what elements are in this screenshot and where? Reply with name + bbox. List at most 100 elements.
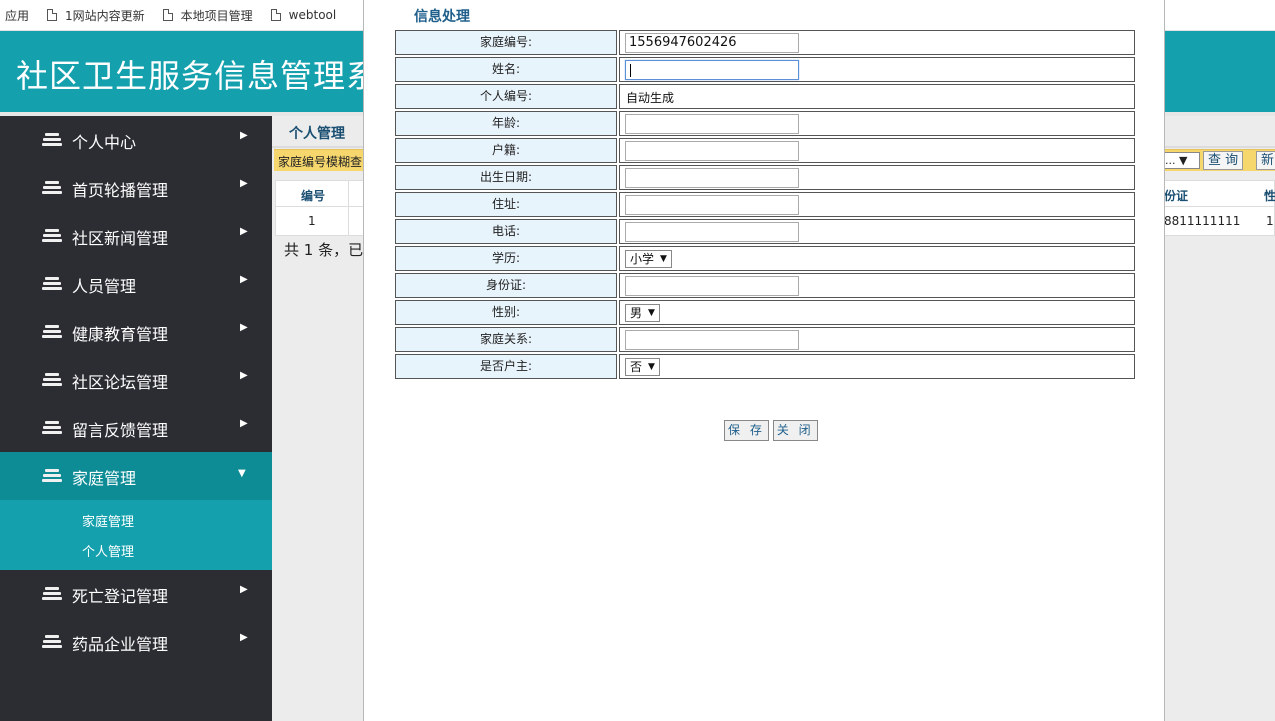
bookmark-item[interactable]: 本地项目管理 [162, 7, 253, 24]
value-cell [619, 57, 1135, 82]
form-row-address: 住址: [395, 192, 1135, 217]
stack-icon [42, 421, 62, 435]
bookmark-apps[interactable]: 应用 [5, 7, 29, 24]
info-dialog: 信息处理 家庭编号: 1556947602426 姓名: 个人编号: 自动生成 … [363, 0, 1165, 721]
family-no-input[interactable]: 1556947602426 [625, 33, 799, 53]
form-row-education: 学历: 小学 ▼ [395, 246, 1135, 271]
record-count: 共 1 条，已 [284, 241, 364, 259]
sidebar-item-personal-center[interactable]: 个人中心 ▶ [0, 116, 272, 164]
query-button[interactable]: 查 询 [1203, 151, 1244, 170]
bookmark-item[interactable]: 1网站内容更新 [47, 7, 145, 24]
label-hukou: 户籍: [395, 138, 617, 163]
form-row-name: 姓名: [395, 57, 1135, 82]
age-input[interactable] [625, 114, 799, 134]
divider [348, 207, 349, 235]
value-cell: 男 ▼ [619, 300, 1135, 325]
page-title: 个人管理 [289, 126, 345, 142]
sidebar-item-label: 人员管理 [72, 277, 137, 296]
sidebar-item-carousel[interactable]: 首页轮播管理 ▶ [0, 164, 272, 212]
close-button[interactable]: 关 闭 [772, 420, 818, 441]
label-phone: 电话: [395, 219, 617, 244]
birth-date-input[interactable] [625, 168, 799, 188]
label-age: 年龄: [395, 111, 617, 136]
save-button[interactable]: 保 存 [724, 420, 769, 441]
submenu-item-family[interactable]: 家庭管理 [0, 508, 272, 538]
gender-value: 男 [630, 306, 643, 320]
new-button[interactable]: 新 [1256, 151, 1275, 170]
idcard-input[interactable] [625, 276, 799, 296]
bookmark-label: 1网站内容更新 [65, 8, 145, 23]
value-cell [619, 138, 1135, 163]
caret-right-icon: ▶ [240, 274, 248, 285]
stack-icon [42, 635, 62, 649]
divider [348, 181, 349, 207]
stack-icon [42, 277, 62, 291]
caret-right-icon: ▶ [240, 226, 248, 237]
form-row-age: 年龄: [395, 111, 1135, 136]
sidebar-item-pharma[interactable]: 药品企业管理 ▶ [0, 618, 272, 666]
label-person-no: 个人编号: [395, 84, 617, 109]
address-input[interactable] [625, 195, 799, 215]
caret-right-icon: ▶ [240, 418, 248, 429]
form-row-phone: 电话: [395, 219, 1135, 244]
sidebar-item-health-education[interactable]: 健康教育管理 ▶ [0, 308, 272, 356]
hukou-input[interactable] [625, 141, 799, 161]
stack-icon [42, 469, 62, 483]
cell-idcard: 8811111111 [1164, 214, 1241, 228]
column-header-id: 编号 [301, 189, 326, 203]
education-select[interactable]: 小学 ▼ [625, 250, 672, 268]
caret-right-icon: ▶ [240, 130, 248, 141]
relation-input[interactable] [625, 330, 799, 350]
sidebar: 个人中心 ▶ 首页轮播管理 ▶ 社区新闻管理 ▶ 人员管理 ▶ 健康教育管理 ▶… [0, 116, 272, 721]
stack-icon [42, 373, 62, 387]
phone-input[interactable] [625, 222, 799, 242]
text-caret [630, 64, 631, 77]
label-relation: 家庭关系: [395, 327, 617, 352]
caret-right-icon: ▶ [240, 584, 248, 595]
householder-value: 否 [630, 360, 643, 374]
chevron-down-icon: ▼ [648, 362, 655, 372]
stack-icon [42, 229, 62, 243]
stack-icon [42, 587, 62, 601]
form-row-gender: 性别: 男 ▼ [395, 300, 1135, 325]
label-education: 学历: [395, 246, 617, 271]
submenu-item-person[interactable]: 个人管理 [0, 538, 272, 568]
bookmark-item[interactable]: webtool [270, 8, 337, 22]
sidebar-item-news[interactable]: 社区新闻管理 ▶ [0, 212, 272, 260]
bookmark-label: 本地项目管理 [180, 8, 253, 23]
stack-icon [42, 181, 62, 195]
caret-right-icon: ▶ [240, 178, 248, 189]
value-cell: 1556947602426 [619, 30, 1135, 55]
label-name: 姓名: [395, 57, 617, 82]
sidebar-submenu: 家庭管理 个人管理 [0, 500, 272, 570]
name-input[interactable] [625, 60, 799, 80]
sidebar-item-feedback[interactable]: 留言反馈管理 ▶ [0, 404, 272, 452]
sidebar-item-family[interactable]: 家庭管理 ▼ [0, 452, 272, 500]
label-idcard: 身份证: [395, 273, 617, 298]
value-cell: 否 ▼ [619, 354, 1135, 379]
search-select-value: ... [1165, 154, 1176, 167]
label-family-no: 家庭编号: [395, 30, 617, 55]
bookmark-apps-label: 应用 [5, 8, 30, 23]
sidebar-item-label: 留言反馈管理 [72, 421, 169, 440]
sidebar-item-staff[interactable]: 人员管理 ▶ [0, 260, 272, 308]
sidebar-item-death-registration[interactable]: 死亡登记管理 ▶ [0, 570, 272, 618]
page-icon [270, 9, 281, 21]
sidebar-item-label: 死亡登记管理 [72, 587, 169, 606]
label-birth: 出生日期: [395, 165, 617, 190]
gender-select[interactable]: 男 ▼ [625, 304, 660, 322]
column-header-gender: 性 [1264, 189, 1275, 203]
bookmark-label: webtool [288, 8, 337, 22]
dialog-title: 信息处理 [414, 9, 470, 25]
caret-right-icon: ▶ [240, 322, 248, 333]
form-row-idcard: 身份证: [395, 273, 1135, 298]
caret-right-icon: ▶ [240, 370, 248, 381]
value-cell [619, 219, 1135, 244]
sidebar-item-forum[interactable]: 社区论坛管理 ▶ [0, 356, 272, 404]
value-cell [619, 111, 1135, 136]
column-header-idcard: 份证 [1164, 189, 1189, 203]
search-select[interactable]: ... ▼ [1162, 152, 1200, 169]
search-label: 家庭编号模糊查 [278, 155, 363, 169]
stack-icon [42, 325, 62, 339]
householder-select[interactable]: 否 ▼ [625, 358, 660, 376]
